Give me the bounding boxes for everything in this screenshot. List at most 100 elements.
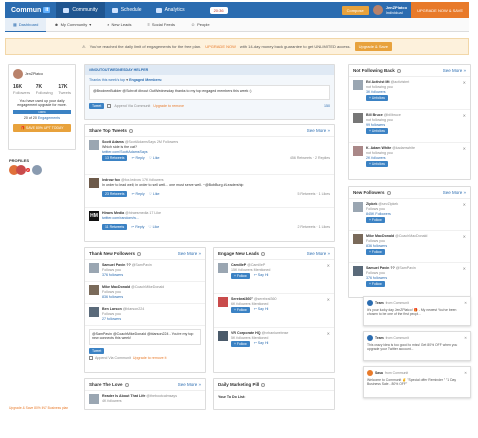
notification-toast[interactable]: Team from Communit ✕ This crazy idea is to… <box>363 331 471 361</box>
tweet-link[interactable]: twitter.com/random/w... <box>102 216 330 220</box>
upgrade-now-button[interactable]: UPGRADE NOW & SAVE <box>411 2 469 18</box>
engagement-progress-bar: 100% <box>13 110 71 114</box>
hashtag-message-input[interactable]: @BrodnenBuilder @Schrofi #Inout OutWedne… <box>89 85 330 100</box>
calendar-icon <box>111 7 118 13</box>
gift-icon: 🎁 <box>20 126 25 130</box>
close-icon[interactable]: ✕ <box>327 331 330 359</box>
avatar <box>367 370 373 376</box>
follow-button[interactable]: + Follow <box>231 341 250 347</box>
hashtag-title[interactable]: #INOUTOUTWEDNESDAY HELPER <box>85 65 334 75</box>
profile-avatars[interactable]: 2 <box>9 165 42 175</box>
profiles-label: PROFILES <box>9 158 30 163</box>
tab-dashboard[interactable]: ▦ Dashboard <box>5 17 47 32</box>
see-more-link[interactable]: See More » <box>443 190 466 195</box>
close-icon[interactable]: ✕ <box>464 301 467 305</box>
close-icon[interactable]: ✕ <box>463 266 466 292</box>
tab-my-community[interactable]: ☻ My Community ▾ <box>46 18 99 32</box>
close-icon[interactable]: ✕ <box>464 336 467 340</box>
close-icon[interactable]: ✕ <box>463 113 466 139</box>
upgrade-footer-link[interactable]: Upgrade & Save 80% IN7 Business plan <box>9 406 68 410</box>
nav-community[interactable]: Community <box>56 2 105 18</box>
follow-button[interactable]: + Follow <box>366 217 385 223</box>
see-more-link[interactable]: See More » <box>178 382 201 387</box>
tab-social-feeds[interactable]: ≡ Social Feeds <box>140 18 183 32</box>
nav-schedule[interactable]: Schedule <box>105 2 149 18</box>
unfollow-button[interactable]: + Unfollow <box>366 95 388 101</box>
avatar <box>16 165 26 175</box>
help-icon[interactable] <box>128 128 133 133</box>
stat-following: 7K Following <box>35 84 53 95</box>
upgrade-link[interactable]: Upgrade to remove it <box>133 356 167 360</box>
like-button[interactable]: ♡ Like <box>149 192 160 196</box>
tab-new-leads[interactable]: ⌕ New Leads <box>99 18 139 32</box>
help-icon[interactable] <box>261 251 266 256</box>
follow-button[interactable]: + Follow <box>366 249 385 255</box>
stat-followers: 16K Followers <box>13 84 31 95</box>
lead-item: VR Corporate HQ @vrbankwebnse 5K follower… <box>214 328 334 362</box>
close-icon[interactable]: ✕ <box>464 371 467 375</box>
engaged-members-link[interactable]: Engaged Members: <box>129 78 162 82</box>
tweet-item: ledrow fox @fox.ledrow 17K followers In … <box>85 175 334 208</box>
thank-followers-card: Thank New Followers See More » Samuel Pav… <box>84 247 206 373</box>
close-icon[interactable]: ✕ <box>327 263 330 290</box>
reply-button[interactable]: ↩ Reply <box>131 156 144 160</box>
unfollow-button[interactable]: + Unfollow <box>366 161 388 167</box>
help-icon[interactable] <box>124 382 129 387</box>
see-more-link[interactable]: See More » <box>178 251 201 256</box>
engage-leads-card: Engage New Leads See More » CamilleP @Cam… <box>213 247 335 373</box>
approve-checkbox[interactable] <box>89 356 93 360</box>
tab-people[interactable]: ☺ People <box>183 18 218 32</box>
say-hi-button[interactable]: ↩ Say Hi <box>254 273 269 279</box>
help-icon[interactable] <box>261 382 266 387</box>
save-80-button[interactable]: 🎁 SAVE 80% UPT TODAY <box>13 124 71 132</box>
approve-checkbox[interactable] <box>107 104 112 108</box>
close-icon[interactable]: ✕ <box>463 80 466 106</box>
user-menu[interactable]: JenZPlatco Individual <box>372 5 407 15</box>
like-button[interactable]: ♡ Like <box>149 156 160 160</box>
see-more-link[interactable]: See More » <box>307 128 330 133</box>
tweet-button[interactable]: Tweet <box>89 103 105 109</box>
like-button[interactable]: ♡ Like <box>148 225 159 229</box>
see-more-link[interactable]: See More » <box>443 68 466 73</box>
chevron-down-icon: ▾ <box>89 22 92 27</box>
people-icon: ☻ <box>54 22 59 27</box>
retweet-button[interactable]: 11 Retweets <box>102 224 128 230</box>
reply-button[interactable]: ↩ Reply <box>131 192 144 196</box>
close-icon[interactable]: ✕ <box>463 234 466 259</box>
retweet-button[interactable]: 23 Retweets <box>102 191 128 197</box>
help-icon[interactable] <box>396 68 401 73</box>
people-icon <box>63 7 70 13</box>
say-hi-button[interactable]: ↩ Say Hi <box>254 307 269 313</box>
notification-toast[interactable]: Team from Communit ✕ It's your lucky day J… <box>363 296 471 326</box>
follow-button[interactable]: + Follow <box>231 307 250 313</box>
help-icon[interactable] <box>386 190 391 195</box>
avatar <box>353 113 363 123</box>
upgrade-link[interactable]: Upgrade to remove <box>153 104 184 108</box>
follow-button[interactable]: + Follow <box>366 281 385 287</box>
notification-toast[interactable]: Sasa from Communit ✕ Welcome to Communit ✌… <box>363 366 471 398</box>
say-hi-button[interactable]: ↩ Say Hi <box>254 341 269 347</box>
compose-button[interactable]: Compose <box>341 5 369 15</box>
avatar <box>31 165 42 175</box>
upgrade-save-button[interactable]: Upgrade & Save <box>354 42 392 51</box>
close-icon[interactable]: ✕ <box>463 202 466 227</box>
lead-item: Serebral360° @serebral360 6K followers Me… <box>214 294 334 328</box>
follow-button[interactable]: + Follow <box>231 273 250 279</box>
app-logo[interactable]: Commun it <box>5 7 56 14</box>
avatar <box>218 331 228 341</box>
nav-analytics[interactable]: Analytics <box>149 2 192 18</box>
reply-button[interactable]: ↩ Reply <box>131 225 144 229</box>
tweet-link[interactable]: twitter.com/ScottAdamsSays <box>102 150 330 154</box>
upgrade-link[interactable]: UPGRADE NOW <box>205 44 236 49</box>
retweet-button[interactable]: 13 Retweets <box>102 155 128 161</box>
person-icon: ☺ <box>191 22 196 27</box>
thank-message-input[interactable]: @SamPavin @CoachMikeDonald @blarson224 -… <box>89 329 201 345</box>
daily-pill-card: Daily Marketing Pill Your To Do List: <box>213 378 335 410</box>
close-icon[interactable]: ✕ <box>327 297 330 324</box>
help-icon[interactable] <box>137 251 142 256</box>
close-icon[interactable]: ✕ <box>463 146 466 173</box>
unfollow-button[interactable]: + Unfollow <box>366 128 388 134</box>
tweet-button[interactable]: Tweet <box>89 348 105 354</box>
limit-note: You have used up your daily engagement u… <box>17 99 67 107</box>
see-more-link[interactable]: See More » <box>307 251 330 256</box>
